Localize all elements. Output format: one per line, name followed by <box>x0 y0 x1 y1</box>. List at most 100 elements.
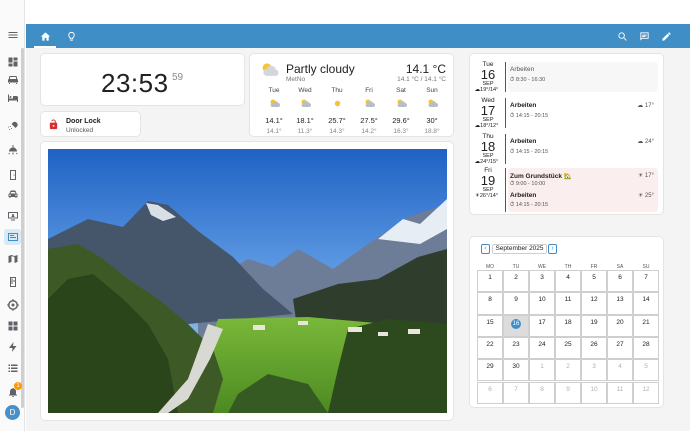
calendar-day-cell[interactable]: 5 <box>581 270 607 293</box>
agenda-event[interactable]: Arbeiten ⏱ 8:30 - 16:30 <box>508 62 658 92</box>
lightning-icon[interactable] <box>4 339 21 355</box>
list-icon[interactable] <box>4 360 21 376</box>
calendar-day-cell[interactable]: 12 <box>633 381 659 404</box>
tab-lights[interactable] <box>58 24 84 48</box>
calendar-day-cell[interactable]: 23 <box>503 336 529 360</box>
weather-condition: Partly cloudy <box>286 62 355 76</box>
calendar-day-cell[interactable]: 1 <box>477 270 503 293</box>
calendar-day-number: 2 <box>566 363 570 371</box>
agenda-event-time: ⏱ 14:15 - 20:15 <box>510 202 549 208</box>
fridge-icon[interactable] <box>4 274 21 290</box>
calendar-day-cell[interactable]: 25 <box>555 336 581 360</box>
calendar-day-cell[interactable]: 2 <box>503 270 529 293</box>
dashboard-icon[interactable] <box>4 54 21 70</box>
agenda-day: Tue 16 SEP ☁19°/14° <box>474 61 502 93</box>
sidebar-scrollbar[interactable] <box>21 48 24 408</box>
sofa-icon[interactable] <box>4 72 21 88</box>
calendar-day-cell[interactable]: 21 <box>633 314 659 337</box>
calendar-day-cell[interactable]: 20 <box>607 314 633 337</box>
agenda-day: Wed 17 SEP ☁18°/12° <box>474 97 502 129</box>
calendar-day-cell[interactable]: 6 <box>477 381 503 404</box>
calendar-day-cell[interactable]: 6 <box>607 270 633 293</box>
map-icon[interactable] <box>4 251 21 267</box>
calendar-day-cell[interactable]: 16 <box>503 314 529 337</box>
calendar-day-number: 2 <box>514 274 518 281</box>
calendar-day-number: 24 <box>538 340 546 348</box>
notifications-button[interactable]: 1 <box>4 382 22 400</box>
calendar-day-cell[interactable]: 11 <box>607 381 633 404</box>
calendar-day-cell[interactable]: 30 <box>503 359 529 382</box>
calendar-day-cell[interactable]: 24 <box>529 336 555 360</box>
menu-icon[interactable] <box>4 27 21 43</box>
forecast-day: Sun 30° 18.8° <box>417 87 447 135</box>
calendar-month-label[interactable]: September 2025 <box>492 244 547 254</box>
calendar-day-cell[interactable]: 4 <box>607 359 633 382</box>
calendar-day-cell[interactable]: 8 <box>477 292 503 315</box>
calendar-day-cell[interactable]: 1 <box>529 359 555 382</box>
calendar-day-cell[interactable]: 10 <box>581 381 607 404</box>
agenda-weather: ☁24°/15° <box>471 159 502 165</box>
calendar-day-number: 16 <box>511 318 521 329</box>
agenda-card[interactable]: Tue 16 SEP ☁19°/14° Arbeiten ⏱ 8:30 - 16… <box>469 53 664 215</box>
calendar-day-cell[interactable]: 19 <box>581 314 607 337</box>
agenda-event[interactable]: Arbeiten ⏱ 14:15 - 20:15 ☁ 24° <box>508 134 658 164</box>
calendar-day-cell[interactable]: 10 <box>529 292 555 315</box>
calendar-day-cell[interactable]: 5 <box>633 359 659 382</box>
agenda-event-weather: ☀ 17° <box>637 173 654 179</box>
calendar-day-cell[interactable]: 17 <box>529 314 555 337</box>
monitor-icon[interactable] <box>4 208 21 224</box>
avatar[interactable]: D <box>5 405 20 420</box>
calendar-day-cell[interactable]: 9 <box>503 292 529 315</box>
calendar-day-cell[interactable]: 28 <box>633 336 659 360</box>
search-button[interactable] <box>615 29 629 43</box>
calendar-day-number: 12 <box>642 385 650 393</box>
calendar-day-cell[interactable]: 14 <box>633 292 659 315</box>
lightbulb-icon <box>67 31 75 41</box>
agenda-event-time-text: 14:15 - 20:15 <box>515 149 549 155</box>
dashboard-view: 23:53 59 Door Lock Unlocked Partly cloud… <box>26 48 690 431</box>
calendar-day-cell[interactable]: 29 <box>477 359 503 382</box>
grid-icon[interactable] <box>4 318 21 334</box>
calendar-day-cell[interactable]: 4 <box>555 270 581 293</box>
car-icon[interactable] <box>4 186 21 202</box>
agenda-event[interactable]: Arbeiten ⏱ 14:15 - 20:15 ☁ 17° <box>508 98 658 128</box>
calendar-day-cell[interactable]: 11 <box>555 292 581 315</box>
calendar-day-cell[interactable]: 13 <box>607 292 633 315</box>
shower-icon[interactable] <box>4 118 21 134</box>
clock-card[interactable]: 23:53 59 <box>40 53 245 106</box>
agenda-event[interactable]: Zum Grundstück 🏡 ⏱ 9:00 - 10:00 ☀ 17° Ar… <box>508 168 658 212</box>
calendar-day-cell[interactable]: 3 <box>581 359 607 382</box>
forecast-day-label: Sat <box>396 87 406 94</box>
calendar-day-cell[interactable]: 3 <box>529 270 555 293</box>
target-icon[interactable] <box>4 297 21 313</box>
tab-home[interactable] <box>32 24 58 48</box>
calendar-day-cell[interactable]: 9 <box>555 381 581 404</box>
weather-card[interactable]: Partly cloudy MetNo 14.1 °C 14.1 °C / 14… <box>249 53 454 137</box>
month-calendar-card[interactable]: ‹ September 2025 › MO TU WE TH FR SA SU … <box>469 236 664 408</box>
calendar-next-button[interactable]: › <box>548 244 557 254</box>
calendar-day-cell[interactable]: 2 <box>555 359 581 382</box>
calendar-day-cell[interactable]: 8 <box>529 381 555 404</box>
door-icon[interactable] <box>4 167 21 183</box>
calendar-day-number: 4 <box>618 363 622 371</box>
calendar-day-cell[interactable]: 12 <box>581 292 607 315</box>
edit-dashboard-button[interactable] <box>659 29 673 43</box>
calendar-day-cell[interactable]: 15 <box>477 314 503 337</box>
calendar-view-icon[interactable] <box>4 229 21 245</box>
assist-button[interactable] <box>637 29 651 43</box>
clock-seconds: 59 <box>172 72 184 83</box>
calendar-day-cell[interactable]: 26 <box>581 336 607 360</box>
door-lock-card[interactable]: Door Lock Unlocked <box>40 111 141 137</box>
calendar-day-cell[interactable]: 22 <box>477 336 503 360</box>
calendar-day-number: 5 <box>592 274 596 281</box>
calendar-prev-button[interactable]: ‹ <box>481 244 490 254</box>
agenda-weather: ☁18°/12° <box>471 123 502 129</box>
calendar-day-cell[interactable]: 7 <box>633 270 659 293</box>
calendar-day-cell[interactable]: 7 <box>503 381 529 404</box>
calendar-day-cell[interactable]: 18 <box>555 314 581 337</box>
ceiling-light-icon[interactable] <box>4 142 21 158</box>
bed-icon[interactable] <box>4 90 21 106</box>
calendar-day-cell[interactable]: 27 <box>607 336 633 360</box>
picture-card[interactable] <box>40 141 454 421</box>
forecast-low: 14.3° <box>329 128 345 135</box>
